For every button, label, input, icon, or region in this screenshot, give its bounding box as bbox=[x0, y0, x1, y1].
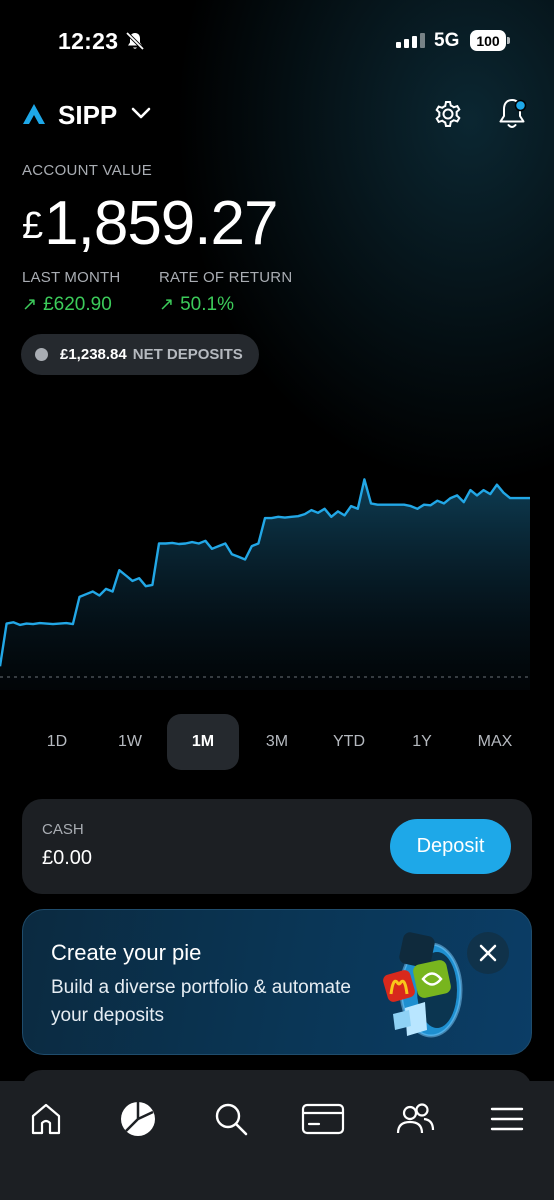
chart-area-fill bbox=[0, 479, 530, 690]
pie-illustration bbox=[383, 932, 463, 1038]
range-max[interactable]: MAX bbox=[459, 714, 531, 770]
account-value-amount: 1,859.27 bbox=[44, 189, 278, 258]
home-icon bbox=[31, 1103, 61, 1135]
signal-icon bbox=[396, 33, 425, 48]
search-icon bbox=[215, 1103, 248, 1136]
cash-label: CASH bbox=[42, 821, 84, 838]
status-bar: 12:23 5G 100 bbox=[0, 0, 554, 84]
network-type: 5G bbox=[434, 30, 460, 51]
people-icon bbox=[396, 1103, 435, 1134]
tab-portfolio[interactable] bbox=[113, 1096, 163, 1142]
screen: 12:23 5G 100 SIPP ACCOUNT VALUE £1,859.2… bbox=[0, 0, 554, 1200]
range-1d[interactable]: 1D bbox=[21, 714, 93, 770]
rate-of-return-label: RATE OF RETURN bbox=[159, 269, 293, 286]
chevron-down-icon[interactable] bbox=[131, 106, 151, 120]
rate-of-return-amount: 50.1% bbox=[180, 294, 234, 315]
range-1w[interactable]: 1W bbox=[94, 714, 166, 770]
range-3m[interactable]: 3M bbox=[241, 714, 313, 770]
tab-search[interactable] bbox=[206, 1096, 256, 1142]
gear-icon[interactable] bbox=[432, 98, 464, 130]
notifications-bell-icon[interactable] bbox=[496, 96, 528, 132]
net-deposits-amount: £1,238.84 bbox=[60, 346, 127, 363]
range-1y[interactable]: 1Y bbox=[386, 714, 458, 770]
battery-tip bbox=[507, 37, 510, 44]
arrow-up-right-icon: ↗ bbox=[159, 294, 175, 314]
account-value-label: ACCOUNT VALUE bbox=[22, 162, 153, 179]
bottom-tab-bar bbox=[0, 1081, 554, 1200]
tab-menu[interactable] bbox=[482, 1096, 532, 1142]
menu-icon bbox=[490, 1107, 524, 1131]
last-month-amount: £620.90 bbox=[43, 294, 112, 315]
tab-card[interactable] bbox=[298, 1096, 348, 1142]
value-line-chart[interactable] bbox=[0, 450, 554, 690]
net-deposits-pill[interactable]: £1,238.84 NET DEPOSITS bbox=[21, 334, 259, 375]
arrow-up-right-icon: ↗ bbox=[22, 294, 38, 314]
cash-value: £0.00 bbox=[42, 847, 93, 869]
account-selector[interactable]: SIPP bbox=[58, 100, 117, 131]
deposit-button[interactable]: Deposit bbox=[390, 819, 511, 874]
bell-muted-icon bbox=[125, 31, 145, 51]
cash-card: CASH £0.00 Deposit bbox=[22, 799, 532, 894]
tab-social[interactable] bbox=[390, 1096, 440, 1142]
legend-dot-icon bbox=[35, 348, 48, 361]
currency-symbol: £ bbox=[22, 205, 43, 247]
brand-logo-icon bbox=[23, 104, 45, 124]
create-pie-promo-card[interactable]: Create your pie Build a diverse portfoli… bbox=[22, 909, 532, 1055]
last-month-label: LAST MONTH bbox=[22, 269, 121, 286]
range-ytd[interactable]: YTD bbox=[313, 714, 385, 770]
last-month-value: ↗ £620.90 bbox=[22, 294, 112, 316]
close-icon bbox=[479, 944, 497, 962]
net-deposits-label: NET DEPOSITS bbox=[132, 346, 243, 363]
card-icon bbox=[301, 1103, 345, 1135]
close-promo-button[interactable] bbox=[467, 932, 509, 974]
rate-of-return-value: ↗ 50.1% bbox=[159, 294, 234, 316]
tab-home[interactable] bbox=[21, 1096, 71, 1142]
status-time: 12:23 bbox=[58, 28, 119, 54]
promo-title: Create your pie bbox=[51, 940, 202, 965]
promo-description: Build a diverse portfolio & automate you… bbox=[51, 977, 351, 1026]
range-1m[interactable]: 1M bbox=[167, 714, 239, 770]
pie-chart-icon bbox=[121, 1102, 155, 1136]
account-value: £1,859.27 bbox=[22, 188, 278, 262]
time-range-selector: 1D 1W 1M 3M YTD 1Y MAX bbox=[0, 714, 554, 770]
battery-icon: 100 bbox=[470, 30, 506, 51]
